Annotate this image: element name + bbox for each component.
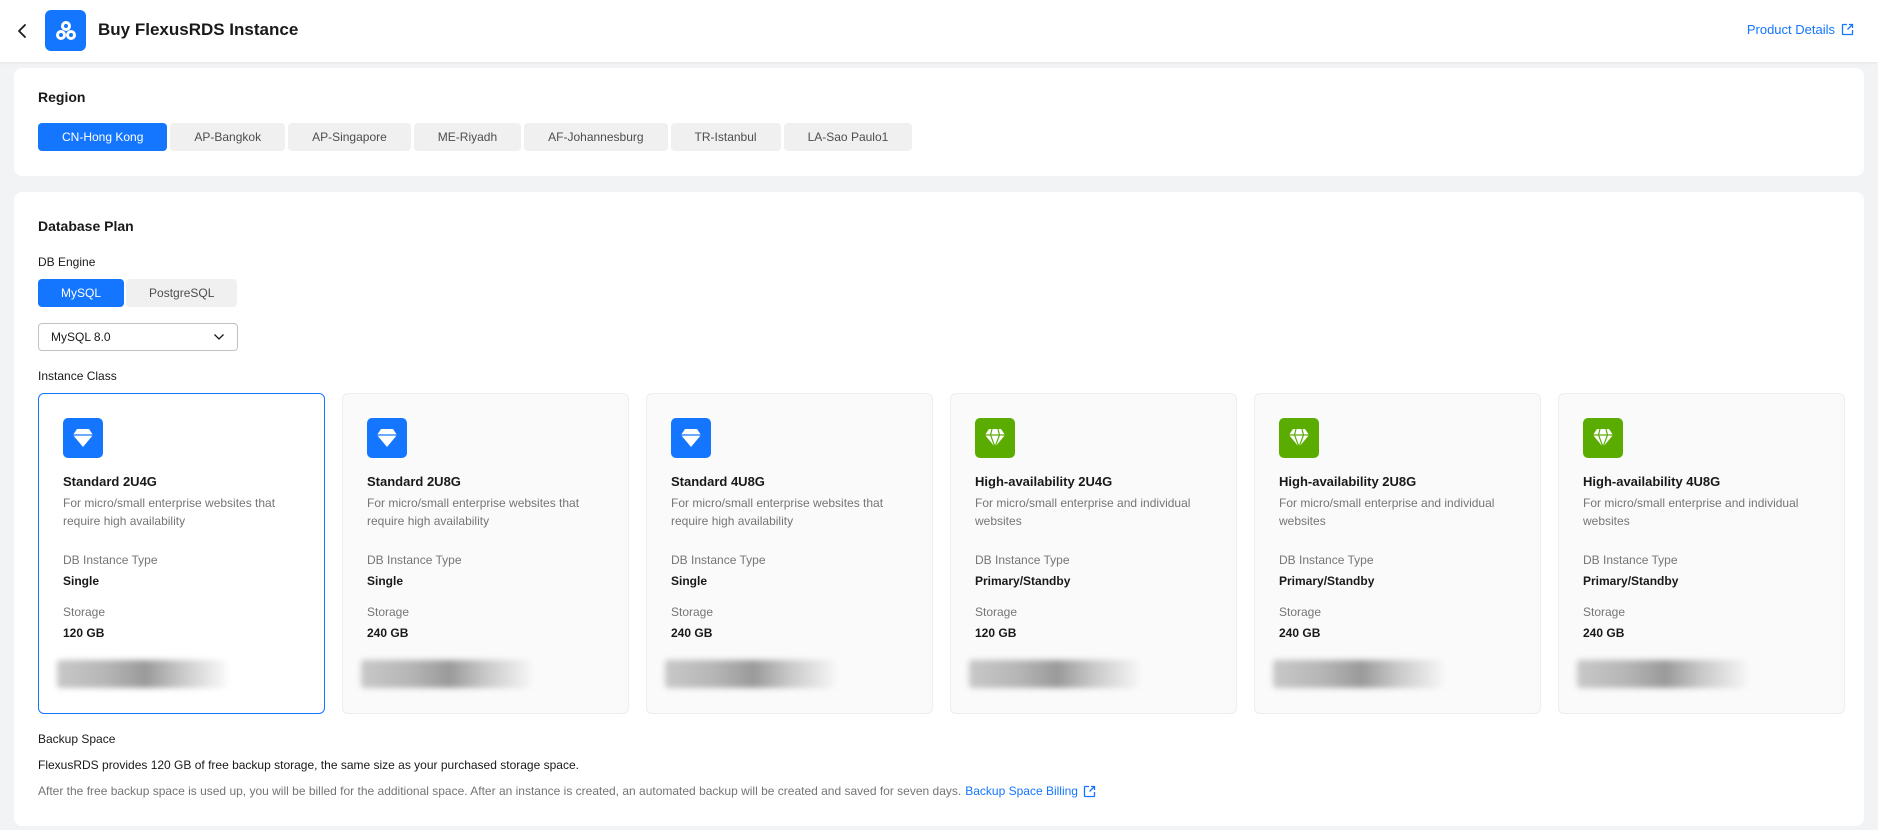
price-blurred (361, 660, 531, 688)
instance-name: High-availability 2U4G (975, 474, 1113, 489)
page-title: Buy FlexusRDS Instance (98, 20, 299, 39)
price-blurred (1273, 660, 1443, 688)
instance-icon (1583, 418, 1623, 458)
region-tabs: CN-Hong Kong AP-Bangkok AP-Singapore ME-… (38, 123, 913, 151)
diamond-icon (73, 429, 93, 447)
db-version-select[interactable]: MySQL 8.0 (38, 323, 238, 351)
instance-type-value: Primary/Standby (975, 574, 1071, 588)
price-blurred (1577, 660, 1747, 688)
back-button[interactable] (14, 19, 30, 43)
backup-space-note: After the free backup space is used up, … (38, 784, 1096, 798)
region-title: Region (38, 89, 86, 105)
external-link-icon (1841, 23, 1854, 36)
region-tab-ap-bangkok[interactable]: AP-Bangkok (170, 123, 286, 151)
storage-value: 240 GB (367, 626, 409, 640)
region-tab-la-sao-paulo1[interactable]: LA-Sao Paulo1 (783, 123, 913, 151)
top-bar: Buy FlexusRDS Instance Product Details (0, 0, 1878, 62)
region-card: Region CN-Hong Kong AP-Bangkok AP-Singap… (14, 68, 1864, 176)
instance-name: Standard 2U8G (367, 474, 461, 489)
region-tab-cn-hong-kong[interactable]: CN-Hong Kong (38, 123, 168, 151)
db-engine-tabs: MySQL PostgreSQL (38, 279, 238, 307)
instance-type-value: Primary/Standby (1583, 574, 1679, 588)
external-link-icon (1083, 785, 1096, 797)
storage-value: 240 GB (671, 626, 713, 640)
instance-description: For micro/small enterprise websites that… (63, 496, 276, 528)
instance-description: For micro/small enterprise websites that… (367, 496, 580, 528)
diamond-icon (681, 429, 701, 447)
region-tab-tr-istanbul[interactable]: TR-Istanbul (670, 123, 781, 151)
instance-card-ha-2u8g[interactable]: High-availability 2U8G For micro/small e… (1254, 393, 1541, 714)
instance-name: High-availability 2U8G (1279, 474, 1417, 489)
region-tab-ap-singapore[interactable]: AP-Singapore (288, 123, 411, 151)
instance-name: High-availability 4U8G (1583, 474, 1721, 489)
chevron-left-icon (18, 24, 26, 38)
price-blurred (665, 660, 835, 688)
storage-label: Storage (63, 605, 106, 619)
instance-type-label: DB Instance Type (63, 553, 158, 567)
chevron-down-icon (214, 334, 224, 340)
db-version-value: MySQL 8.0 (51, 330, 111, 344)
instance-icon (367, 418, 407, 458)
instance-card-standard-2u8g[interactable]: Standard 2U8G For micro/small enterprise… (342, 393, 629, 714)
storage-value: 240 GB (1583, 626, 1625, 640)
instance-icon (975, 418, 1015, 458)
instance-type-label: DB Instance Type (1583, 553, 1678, 567)
price-blurred (57, 660, 227, 688)
database-cluster-icon (55, 20, 76, 40)
storage-label: Storage (1583, 605, 1626, 619)
instance-name: Standard 4U8G (671, 474, 765, 489)
diamond-icon (985, 428, 1005, 448)
diamond-icon (377, 429, 397, 447)
storage-value: 120 GB (975, 626, 1017, 640)
backup-space-description: FlexusRDS provides 120 GB of free backup… (38, 758, 579, 772)
storage-label: Storage (1279, 605, 1322, 619)
product-details-link[interactable]: Product Details (1747, 22, 1854, 37)
backup-space-billing-link[interactable]: Backup Space Billing (965, 784, 1096, 798)
instance-type-value: Single (63, 574, 100, 588)
product-details-label: Product Details (1746, 22, 1835, 37)
instance-card-standard-2u4g[interactable]: Standard 2U4G For micro/small enterprise… (38, 393, 325, 714)
instance-type-value: Primary/Standby (1279, 574, 1375, 588)
instance-card-ha-4u8g[interactable]: High-availability 4U8G For micro/small e… (1558, 393, 1845, 714)
instance-type-label: DB Instance Type (367, 553, 462, 567)
instance-description: For micro/small enterprise websites that… (671, 496, 884, 528)
instance-icon (1279, 418, 1319, 458)
instance-type-value: Single (671, 574, 708, 588)
instance-description: For micro/small enterprise and individua… (1279, 496, 1495, 528)
backup-space-label: Backup Space (38, 732, 116, 746)
instance-name: Standard 2U4G (63, 474, 157, 489)
instance-type-label: DB Instance Type (975, 553, 1070, 567)
instance-type-value: Single (367, 574, 404, 588)
storage-value: 120 GB (63, 626, 105, 640)
storage-label: Storage (671, 605, 714, 619)
backup-note-text: After the free backup space is used up, … (38, 784, 962, 798)
instance-type-label: DB Instance Type (671, 553, 766, 567)
storage-label: Storage (367, 605, 410, 619)
storage-label: Storage (975, 605, 1018, 619)
price-blurred (969, 660, 1139, 688)
instance-type-label: DB Instance Type (1279, 553, 1374, 567)
instance-icon (671, 418, 711, 458)
engine-tab-mysql[interactable]: MySQL (38, 279, 125, 307)
instance-description: For micro/small enterprise and individua… (1583, 496, 1799, 528)
db-engine-label: DB Engine (38, 255, 96, 269)
instance-icon (63, 418, 103, 458)
storage-value: 240 GB (1279, 626, 1321, 640)
database-plan-card: Database Plan DB Engine MySQL PostgreSQL… (14, 192, 1864, 826)
instance-class-label: Instance Class (38, 369, 117, 383)
diamond-icon (1593, 428, 1613, 448)
instance-card-standard-4u8g[interactable]: Standard 4U8G For micro/small enterprise… (646, 393, 933, 714)
instance-card-ha-2u4g[interactable]: High-availability 2U4G For micro/small e… (950, 393, 1237, 714)
database-plan-title: Database Plan (38, 218, 134, 234)
region-tab-af-johannesburg[interactable]: AF-Johannesburg (524, 123, 668, 151)
diamond-icon (1289, 428, 1309, 448)
instance-description: For micro/small enterprise and individua… (975, 496, 1191, 528)
instance-class-list: Standard 2U4G For micro/small enterprise… (38, 393, 1845, 714)
engine-tab-postgresql[interactable]: PostgreSQL (126, 279, 238, 307)
app-logo (45, 10, 86, 51)
backup-billing-label: Backup Space Billing (965, 784, 1078, 798)
region-tab-me-riyadh[interactable]: ME-Riyadh (413, 123, 522, 151)
